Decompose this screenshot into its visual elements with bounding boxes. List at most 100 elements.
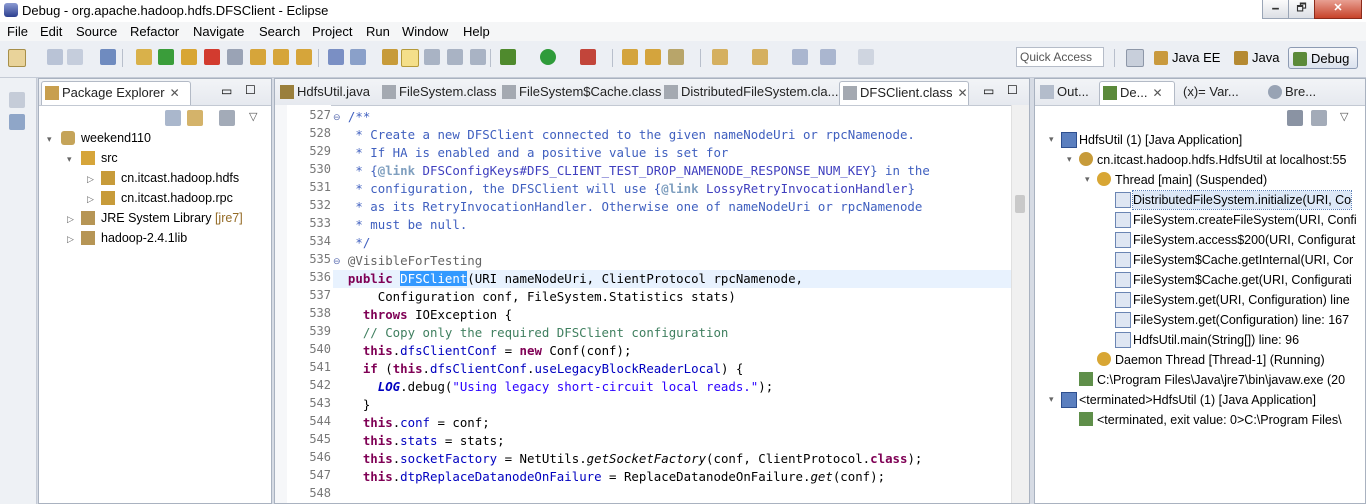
chevron-down-icon[interactable]: ▽	[1340, 110, 1348, 123]
debug-tree-item[interactable]: <terminated, exit value: 0>C:\Program Fi…	[1097, 411, 1342, 429]
menu-search[interactable]: Search	[259, 24, 300, 39]
perspective-java[interactable]: Java	[1230, 47, 1283, 69]
debug-tree-item[interactable]: Daemon Thread [Thread-1] (Running)	[1115, 351, 1325, 369]
code-line[interactable]: this.stats = stats;	[333, 432, 1011, 450]
debug-tree-item[interactable]: FileSystem$Cache.getInternal(URI, Cor	[1133, 251, 1353, 269]
toggle-block-icon[interactable]	[424, 49, 440, 65]
code-line[interactable]: * must be null.	[333, 216, 1011, 234]
code-line[interactable]: this.dtpReplaceDatanodeOnFailure = Repla…	[333, 468, 1011, 486]
code-line[interactable]: * Create a new DFSClient connected to th…	[333, 126, 1011, 144]
tab-dfsclient-class[interactable]: DFSClient.class ✕	[839, 81, 969, 105]
link-with-editor-icon[interactable]	[187, 110, 203, 126]
tab-hdfsutil-java[interactable]: HdfsUtil.java	[277, 81, 377, 105]
code-line[interactable]: * configuration, the DFSClient will use …	[333, 180, 1011, 198]
tab-outline[interactable]: Out...	[1037, 81, 1097, 105]
terminal-icon[interactable]	[100, 49, 116, 65]
expand-toggle-icon[interactable]: ▾	[1085, 174, 1090, 185]
expand-toggle-icon[interactable]: ▾	[47, 134, 52, 145]
tab-breakpoints[interactable]: Bre...	[1265, 81, 1331, 105]
chevron-down-icon[interactable]: ▽	[249, 110, 257, 123]
code-line[interactable]: public DFSClient(URI nameNodeUri, Client…	[333, 270, 1011, 288]
task-list-icon[interactable]	[9, 114, 25, 130]
minimize-button[interactable]: 🗕	[1262, 0, 1289, 19]
maximize-icon[interactable]: ☐	[245, 83, 256, 97]
minimize-icon[interactable]: ▭	[221, 84, 232, 98]
expand-toggle-icon[interactable]: ▾	[1067, 154, 1072, 165]
code-line[interactable]: * as its RetryInvocationHandler. Otherwi…	[333, 198, 1011, 216]
tab-distributedfilesystem-class[interactable]: DistributedFileSystem.cla...	[661, 81, 839, 105]
menu-window[interactable]: Window	[402, 24, 448, 39]
code-line[interactable]: */	[333, 234, 1011, 252]
resume-icon[interactable]	[158, 49, 174, 65]
collapse-toggle-icon[interactable]: ▷	[67, 214, 74, 225]
save-all-icon[interactable]	[67, 49, 83, 65]
tab-debug[interactable]: De... ✕	[1099, 81, 1175, 105]
debug-tree-item[interactable]: cn.itcast.hadoop.hdfs.HdfsUtil at localh…	[1097, 151, 1346, 169]
menu-project[interactable]: Project	[312, 24, 352, 39]
fold-toggle-icon[interactable]: ⊖	[333, 112, 341, 123]
code-line[interactable]: Configuration conf, FileSystem.Statistic…	[333, 288, 1011, 306]
maximize-icon[interactable]: ☐	[1007, 83, 1018, 97]
restore-icon[interactable]	[9, 92, 25, 108]
menu-refactor[interactable]: Refactor	[130, 24, 179, 39]
code-area[interactable]: /** * Create a new DFSClient connected t…	[333, 105, 1011, 503]
close-icon[interactable]: ✕	[957, 86, 967, 100]
quick-access-input[interactable]: Quick Access	[1016, 47, 1104, 67]
code-line[interactable]: @VisibleForTesting	[333, 252, 1011, 270]
open-perspective-icon[interactable]	[1126, 49, 1144, 67]
debug-tree-item[interactable]: <terminated>HdfsUtil (1) [Java Applicati…	[1079, 391, 1316, 409]
menu-run[interactable]: Run	[366, 24, 390, 39]
perspective-debug[interactable]: Debug	[1288, 47, 1358, 69]
debug-tree-item[interactable]: FileSystem.get(URI, Configuration) line	[1133, 291, 1350, 309]
debug-tree-item[interactable]: FileSystem.get(Configuration) line: 167	[1133, 311, 1349, 329]
code-line[interactable]: this.socketFactory = NetUtils.getSocketF…	[333, 450, 1011, 468]
drop-to-frame-icon[interactable]	[328, 49, 344, 65]
debug-tree-item[interactable]: C:\Program Files\Java\jre7\bin\javaw.exe…	[1097, 371, 1345, 389]
previous-annotation-icon[interactable]	[752, 49, 768, 65]
tree-item-package-hdfs[interactable]: cn.itcast.hadoop.hdfs	[121, 171, 239, 185]
debug-tree-item[interactable]: DistributedFileSystem.initialize(URI, Co	[1131, 190, 1353, 210]
mark-occurrences-icon[interactable]	[401, 49, 419, 67]
tab-filesystem-cache-class[interactable]: FileSystem$Cache.class	[499, 81, 661, 105]
menu-source[interactable]: Source	[76, 24, 117, 39]
back-history-icon[interactable]	[820, 49, 836, 65]
restore-button[interactable]: 🗗	[1288, 0, 1315, 19]
step-into-icon[interactable]	[250, 49, 266, 65]
code-line[interactable]: this.dfsClientConf = new Conf(conf);	[333, 342, 1011, 360]
vertical-scrollbar[interactable]	[1011, 105, 1029, 503]
collapse-toggle-icon[interactable]: ▷	[67, 234, 74, 245]
debug-icon[interactable]	[500, 49, 516, 65]
expand-toggle-icon[interactable]: ▾	[1049, 134, 1054, 145]
code-line[interactable]: LOG.debug("Using legacy short-circuit lo…	[333, 378, 1011, 396]
view-menu-icon[interactable]	[219, 110, 235, 126]
code-line[interactable]: }	[333, 396, 1011, 414]
code-line[interactable]: /**	[333, 108, 1011, 126]
open-type-icon[interactable]	[382, 49, 398, 65]
perspective-java-ee[interactable]: Java EE	[1150, 47, 1224, 69]
view-menu-icon[interactable]	[1311, 110, 1327, 126]
skip-breakpoints-icon[interactable]	[136, 49, 152, 65]
suspend-icon[interactable]	[181, 49, 197, 65]
debug-tree-item[interactable]: HdfsUtil (1) [Java Application]	[1079, 131, 1242, 149]
expand-toggle-icon[interactable]: ▾	[1049, 394, 1054, 405]
scrollbar-thumb[interactable]	[1015, 195, 1025, 213]
step-return-icon[interactable]	[296, 49, 312, 65]
remove-terminated-icon[interactable]	[1287, 110, 1303, 126]
debug-tree-item[interactable]: FileSystem$Cache.get(URI, Configurati	[1133, 271, 1352, 289]
tree-item-weekend110[interactable]: weekend110	[81, 131, 151, 145]
code-line[interactable]	[333, 486, 1011, 503]
disconnect-icon[interactable]	[227, 49, 243, 65]
menu-navigate[interactable]: Navigate	[193, 24, 244, 39]
menu-file[interactable]: File	[7, 24, 28, 39]
back-icon[interactable]	[792, 49, 808, 65]
menu-edit[interactable]: Edit	[40, 24, 62, 39]
tree-item-hadoop-lib[interactable]: hadoop-2.4.1lib	[101, 231, 187, 245]
save-icon[interactable]	[47, 49, 63, 65]
debug-tree-item[interactable]: FileSystem.createFileSystem(URI, Confi	[1133, 211, 1357, 229]
collapse-all-icon[interactable]	[165, 110, 181, 126]
code-line[interactable]: * If HA is enabled and a positive value …	[333, 144, 1011, 162]
expand-toggle-icon[interactable]: ▾	[67, 154, 72, 165]
code-line[interactable]: if (this.dfsClientConf.useLegacyBlockRea…	[333, 360, 1011, 378]
debug-tree-item[interactable]: Thread [main] (Suspended)	[1115, 171, 1267, 189]
tab-filesystem-class[interactable]: FileSystem.class	[379, 81, 497, 105]
